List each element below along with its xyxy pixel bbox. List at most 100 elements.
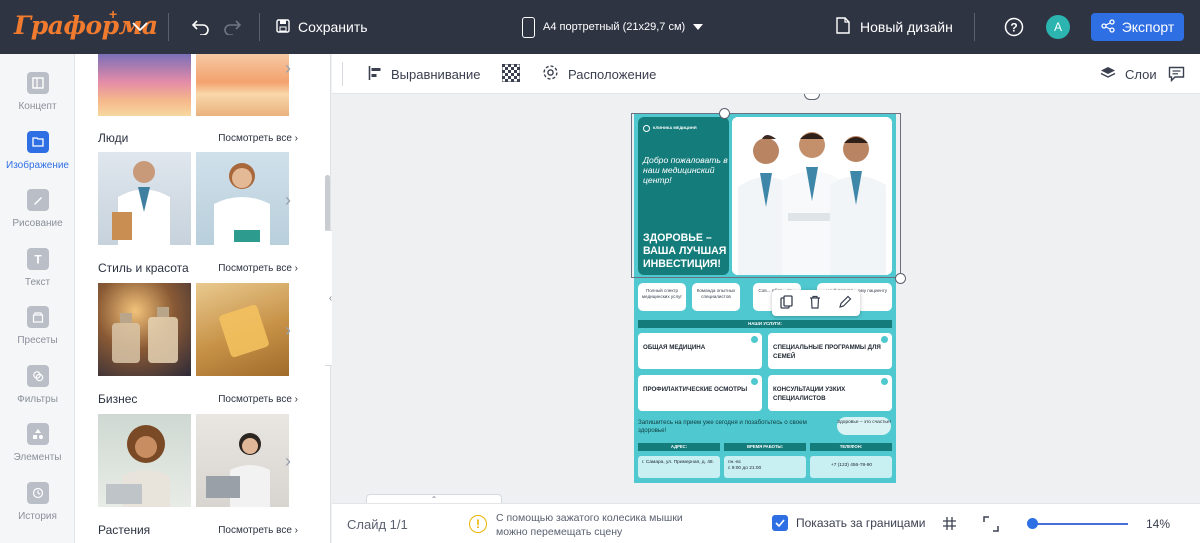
poster-pill[interactable]: Здоровье – это счастье! bbox=[837, 417, 891, 435]
rotate-handle[interactable] bbox=[804, 94, 820, 100]
new-design-button[interactable]: Новый дизайн bbox=[836, 15, 953, 39]
help-icon[interactable]: ? bbox=[1002, 15, 1026, 39]
svg-text:T: T bbox=[34, 253, 42, 265]
rail-label: Текст bbox=[24, 277, 51, 288]
grid-icon[interactable] bbox=[942, 516, 957, 536]
thumbnail-perfume-bottles[interactable] bbox=[98, 283, 191, 376]
category-header: Люди Посмотреть все › bbox=[98, 130, 298, 146]
see-all-link[interactable]: Посмотреть все › bbox=[218, 525, 298, 536]
text-icon: T bbox=[26, 248, 49, 270]
gear-icon bbox=[542, 64, 559, 84]
comments-icon[interactable] bbox=[1168, 64, 1185, 84]
poster-service-card[interactable]: ОБЩАЯ МЕДИЦИНА bbox=[638, 333, 762, 369]
poster-contact-value: +7 (123) 456-78-90 bbox=[810, 456, 892, 478]
rail-item-elements[interactable]: Элементы bbox=[0, 423, 75, 473]
poster-contact-value: пн.-вс с 9:00 до 21:00 bbox=[724, 456, 806, 478]
rail-item-filters[interactable]: Фильтры bbox=[0, 365, 75, 415]
rail-item-image[interactable]: Изображение bbox=[0, 131, 75, 181]
thumbnail-business-woman-laptop[interactable] bbox=[196, 414, 289, 507]
category-title: Растения bbox=[98, 523, 151, 537]
rail-label: История bbox=[18, 511, 57, 522]
transparency-checker-icon bbox=[501, 63, 521, 85]
zoom-slider-handle[interactable] bbox=[1027, 518, 1038, 529]
slide-indicator[interactable]: Слайд 1/1 bbox=[347, 517, 408, 532]
poster-doctors-photo[interactable] bbox=[732, 117, 892, 275]
poster-service-card[interactable]: СПЕЦИАЛЬНЫЕ ПРОГРАММЫ ДЛЯ СЕМЕЙ bbox=[768, 333, 892, 369]
layers-icon bbox=[1100, 66, 1116, 83]
fullscreen-icon[interactable] bbox=[983, 516, 999, 537]
rail-item-draw[interactable]: Рисование bbox=[0, 189, 75, 239]
poster-feature[interactable]: Полный спектр медицинских услуг bbox=[638, 283, 686, 311]
poster-feature[interactable]: Команда опытных специалистов bbox=[692, 283, 740, 311]
thumbnail-doctor-man[interactable] bbox=[98, 152, 191, 245]
redo-icon[interactable] bbox=[220, 15, 244, 39]
poster-services-band[interactable]: НАШИ УСЛУГИ: bbox=[638, 320, 892, 328]
new-design-label: Новый дизайн bbox=[860, 19, 953, 35]
undo-icon[interactable] bbox=[189, 15, 213, 39]
align-button[interactable]: Выравнивание bbox=[368, 64, 480, 84]
design-canvas[interactable]: КЛИНИКА МЕДИЦИНЯ Добро пожаловать в наш … bbox=[332, 94, 1200, 503]
edit-pencil-icon[interactable] bbox=[838, 295, 852, 312]
resize-handle[interactable] bbox=[719, 108, 730, 119]
rail-item-text[interactable]: T Текст bbox=[0, 248, 75, 298]
rail-item-concept[interactable]: Концепт bbox=[0, 72, 75, 122]
transparency-button[interactable] bbox=[501, 63, 521, 85]
concept-icon bbox=[26, 72, 49, 94]
page-format-icon bbox=[522, 16, 535, 38]
zoom-slider-track[interactable] bbox=[1032, 523, 1128, 525]
save-button[interactable]: Сохранить bbox=[276, 15, 368, 39]
avatar[interactable]: A bbox=[1046, 15, 1070, 39]
show-bounds-toggle[interactable]: Показать за границами bbox=[772, 515, 925, 531]
layers-button[interactable]: Слои bbox=[1100, 64, 1157, 84]
category-title: Люди bbox=[98, 131, 129, 145]
see-all-link[interactable]: Посмотреть все › bbox=[218, 133, 298, 144]
document-icon bbox=[836, 17, 850, 37]
align-left-icon bbox=[368, 65, 382, 84]
chevron-right-icon[interactable]: › bbox=[285, 320, 301, 340]
show-bounds-label: Показать за границами bbox=[796, 516, 926, 530]
arrange-button[interactable]: Расположение bbox=[542, 64, 656, 84]
rail-label: Изображение bbox=[6, 160, 69, 171]
rail-item-presets[interactable]: Пресеты bbox=[0, 306, 75, 356]
plus-circle-icon bbox=[751, 378, 758, 385]
export-button[interactable]: Экспорт bbox=[1091, 13, 1184, 41]
poster-headline-block[interactable]: КЛИНИКА МЕДИЦИНЯ Добро пожаловать в наш … bbox=[638, 117, 729, 275]
top-bar: Граформа + Сохранить А4 портретный (21x2… bbox=[0, 0, 1200, 54]
tool-rail: Концепт Изображение Рисование T Текст Пр… bbox=[0, 54, 75, 543]
poster-welcome: Добро пожаловать в наш медицинский центр… bbox=[643, 155, 728, 185]
poster-service-card[interactable]: КОНСУЛЬТАЦИИ УЗКИХ СПЕЦИАЛИСТОВ bbox=[768, 375, 892, 411]
poster-service-card[interactable]: ПРОФИЛАКТИЧЕСКИЕ ОСМОТРЫ bbox=[638, 375, 762, 411]
see-all-link[interactable]: Посмотреть все › bbox=[218, 263, 298, 274]
filters-icon bbox=[26, 365, 49, 387]
layers-label: Слои bbox=[1125, 66, 1157, 82]
caret-down-icon bbox=[693, 21, 704, 33]
see-all-link[interactable]: Посмотреть все › bbox=[218, 394, 298, 405]
element-quick-toolbar bbox=[772, 290, 860, 316]
save-label: Сохранить bbox=[298, 19, 368, 35]
rail-item-history[interactable]: История bbox=[0, 482, 75, 532]
poster-cta[interactable]: Запишитесь на прием уже сегодня и позабо… bbox=[638, 419, 828, 435]
resize-handle[interactable] bbox=[895, 273, 906, 284]
thumbnail-doctor-woman[interactable] bbox=[196, 152, 289, 245]
document-size-select[interactable]: А4 портретный (21x29,7 см) bbox=[522, 14, 704, 40]
chevron-right-icon[interactable]: › bbox=[285, 58, 301, 78]
chevron-right-icon[interactable]: › bbox=[285, 451, 301, 471]
warning-icon: ! bbox=[469, 515, 487, 533]
divider bbox=[342, 62, 343, 86]
elements-icon bbox=[26, 423, 49, 445]
thumbnail-sunset-sky[interactable] bbox=[98, 54, 191, 116]
chevron-right-icon[interactable]: › bbox=[285, 190, 301, 210]
rail-label: Пресеты bbox=[17, 335, 58, 346]
category-title: Стиль и красота bbox=[98, 261, 189, 275]
thumbnail-business-woman-curly[interactable] bbox=[98, 414, 191, 507]
svg-text:?: ? bbox=[1010, 21, 1017, 35]
thumbnail-perfume-sand[interactable] bbox=[196, 283, 289, 376]
arrange-label: Расположение bbox=[568, 66, 657, 82]
trash-icon[interactable] bbox=[809, 295, 821, 312]
divider bbox=[168, 13, 169, 41]
poster-contact-heading: АДРЕС: bbox=[638, 443, 720, 451]
thumbnail-sunset-sea[interactable] bbox=[196, 54, 289, 116]
chevron-down-icon[interactable] bbox=[128, 15, 152, 39]
duplicate-icon[interactable] bbox=[780, 294, 793, 312]
show-bounds-checkbox[interactable] bbox=[772, 515, 788, 531]
